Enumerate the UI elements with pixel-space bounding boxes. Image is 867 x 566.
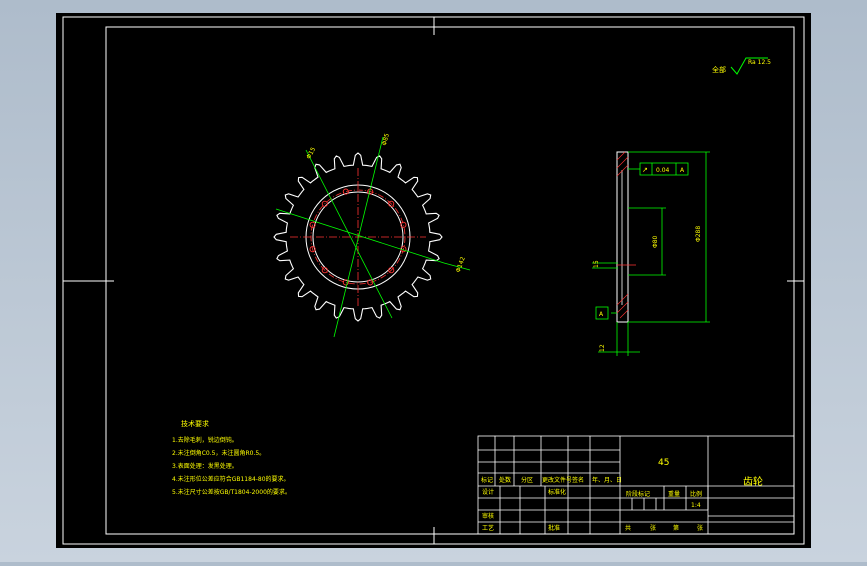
tech-req-item: 2.未注倒角C0.5，未注圆角R0.5。: [172, 449, 265, 457]
tech-req-item: 1.去除毛刺，锐边倒钝。: [172, 436, 238, 444]
drawing-viewport: 全部 Ra 12.5 Φ15 Φ85 Φ142 Φ288 Φ80 15 12 ↗…: [0, 0, 867, 562]
tb-signature: 签名: [572, 476, 584, 484]
dim-side-bottom: 12: [599, 344, 606, 352]
tolerance-value: 0.04: [656, 167, 670, 174]
tb-approve: 批准: [548, 524, 560, 532]
roughness-prefix: 全部: [712, 65, 726, 74]
tech-req-title: 技术要求: [181, 419, 209, 428]
tech-req-item: 4.未注形位公差应符合GB1184-80的要求。: [172, 475, 290, 483]
runout-icon: ↗: [642, 166, 648, 174]
tb-weight: 重量: [668, 490, 680, 498]
dim-side-width: 15: [593, 260, 600, 268]
roughness-value: Ra 12.5: [748, 59, 771, 66]
tech-req-item: 3.表面处理：发黑处理。: [172, 462, 238, 470]
tb-date: 年、月、日: [592, 476, 622, 484]
tb-change-doc: 更改文件号: [542, 476, 572, 484]
tb-standardize: 标准化: [548, 488, 566, 496]
dim-side-hub: Φ80: [652, 235, 659, 248]
tb-sheet: 张: [650, 524, 656, 532]
tb-part-name: 齿轮: [743, 475, 763, 488]
tb-stage-mark: 阶段标记: [626, 490, 650, 498]
tb-mark: 标记: [481, 476, 493, 484]
tb-scale-value: 1:4: [691, 502, 701, 509]
tb-total: 共: [625, 524, 631, 532]
tb-scale: 比例: [690, 490, 702, 498]
cad-drawing: 全部 Ra 12.5 Φ15 Φ85 Φ142 Φ288 Φ80 15 12 ↗…: [56, 13, 811, 548]
tb-sheet2: 张: [697, 524, 703, 532]
tb-zone: 分区: [521, 476, 533, 484]
tb-material: 45: [658, 458, 669, 468]
tb-designer: 设计: [482, 488, 494, 496]
tech-req-item: 5.未注尺寸公差按GB/T1804-2000的要求。: [172, 488, 291, 496]
drawing-background: [56, 13, 811, 548]
tb-number: 第: [673, 524, 679, 532]
tb-count: 处数: [499, 476, 511, 484]
tb-process: 工艺: [482, 524, 494, 532]
dim-side-outer: Φ288: [695, 226, 702, 242]
tb-checker: 审核: [482, 512, 494, 520]
